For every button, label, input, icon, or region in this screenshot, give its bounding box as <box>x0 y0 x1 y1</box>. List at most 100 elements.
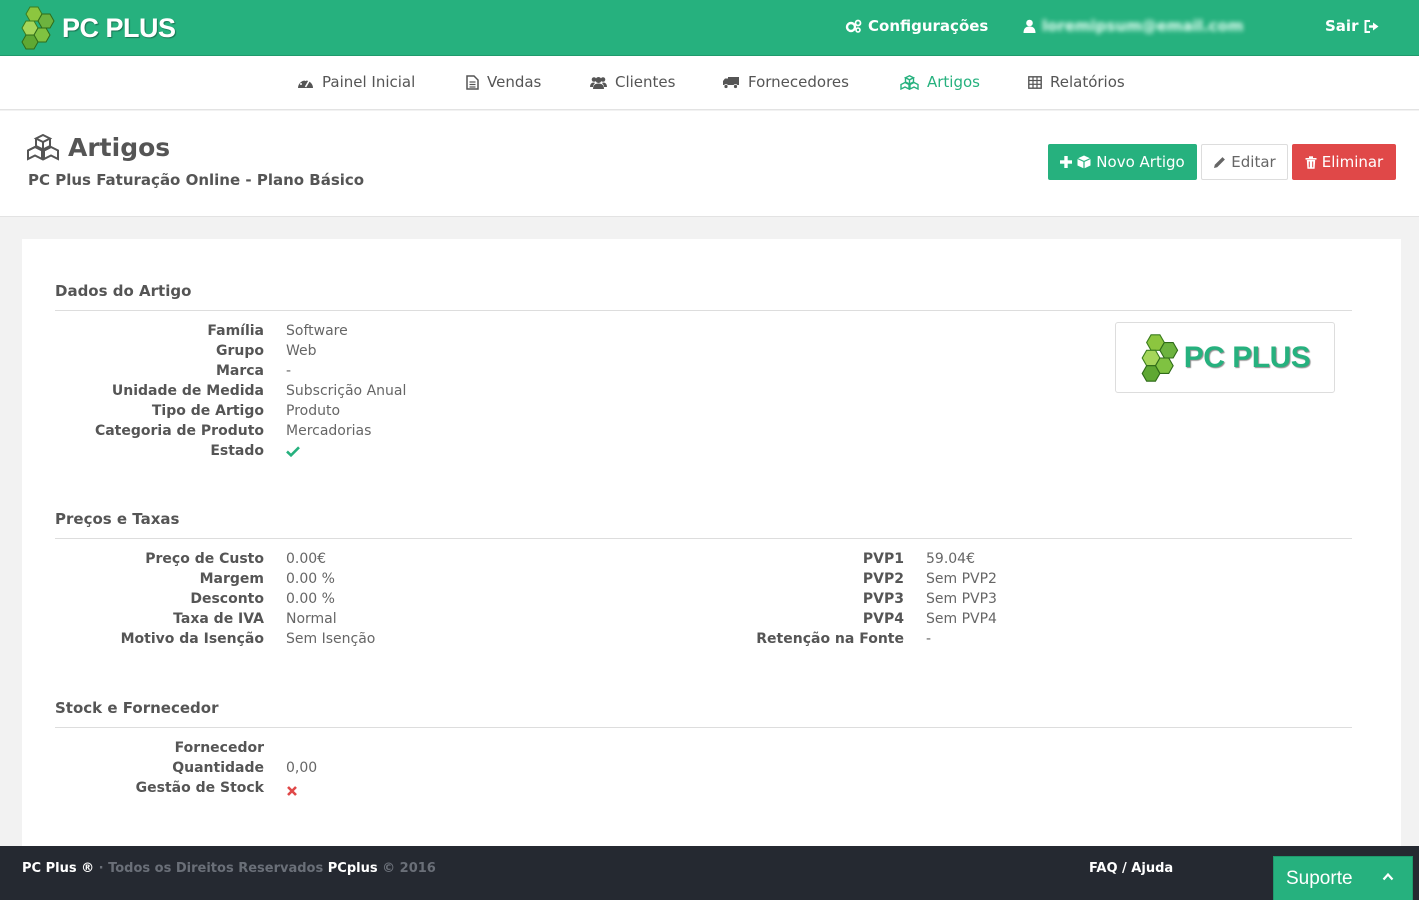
stock-management-value <box>287 784 297 800</box>
main-nav: Painel Inicial Vendas Clientes Fornecedo… <box>0 56 1419 110</box>
field-value: 0.00 % <box>286 571 335 587</box>
nav-label: Vendas <box>487 73 542 91</box>
nav-item-painel-inicial[interactable]: Painel Inicial <box>297 73 415 91</box>
section-divider <box>55 538 1352 539</box>
new-article-label: Novo Artigo <box>1096 153 1185 171</box>
logo-text: PC PLUS <box>62 12 176 43</box>
field-value: Sem PVP3 <box>926 591 997 607</box>
field-value: Mercadorias <box>286 423 372 439</box>
support-chat-button[interactable]: Suporte <box>1273 856 1413 900</box>
field-value: Normal <box>286 611 337 627</box>
table-icon <box>1028 75 1042 89</box>
chevron-up-icon <box>1382 872 1394 881</box>
field-value: Sem PVP2 <box>926 571 997 587</box>
users-icon <box>590 76 607 89</box>
logout-link[interactable]: Sair <box>1325 17 1379 35</box>
field-value: Software <box>286 323 348 339</box>
field-label: Quantidade <box>172 760 264 776</box>
user-icon <box>1023 19 1036 33</box>
sign-out-icon <box>1364 19 1379 33</box>
article-image-logo-text: PC PLUS <box>1183 340 1311 374</box>
field-value: - <box>926 631 932 647</box>
field-value: Sem PVP4 <box>926 611 997 627</box>
page-subtitle: PC Plus Faturação Online - Plano Básico <box>28 171 365 189</box>
field-value: 59.04€ <box>926 551 975 567</box>
field-label: Grupo <box>215 343 264 359</box>
section-divider <box>55 727 1352 728</box>
trash-icon <box>1305 155 1317 169</box>
cross-icon <box>287 786 297 796</box>
section-title-precos: Preços e Taxas <box>55 510 180 528</box>
field-value: Produto <box>286 403 341 419</box>
field-label: Motivo da Isenção <box>120 631 264 647</box>
article-detail-card: Dados do Artigo Família Software Grupo W… <box>22 239 1401 846</box>
nav-item-clientes[interactable]: Clientes <box>590 73 675 91</box>
field-label: Estado <box>210 443 264 459</box>
cubes-icon <box>900 74 919 90</box>
nav-item-fornecedores[interactable]: Fornecedores <box>722 73 849 91</box>
field-value: - <box>286 363 292 379</box>
nav-item-relatorios[interactable]: Relatórios <box>1028 73 1125 91</box>
nav-label: Relatórios <box>1050 73 1125 91</box>
field-label: Desconto <box>190 591 264 607</box>
field-label: Família <box>207 323 264 339</box>
nav-label: Fornecedores <box>748 73 849 91</box>
document-icon <box>466 74 479 90</box>
field-value: 0,00 <box>286 760 318 776</box>
plus-icon <box>1060 156 1073 168</box>
support-label: Suporte <box>1286 867 1353 889</box>
field-value: Subscrição Anual <box>286 383 407 399</box>
settings-label: Configurações <box>868 17 989 35</box>
user-account-link[interactable]: loremipsum@email.com <box>1023 17 1244 35</box>
cubes-icon <box>27 134 59 161</box>
field-label: Marca <box>215 363 264 379</box>
status-value <box>286 445 300 461</box>
new-article-button[interactable]: Novo Artigo <box>1048 144 1197 180</box>
nav-item-artigos[interactable]: Artigos <box>900 73 980 91</box>
settings-link[interactable]: Configurações <box>845 17 988 35</box>
check-icon <box>286 446 300 458</box>
field-label: Retenção na Fonte <box>756 631 904 647</box>
logout-label: Sair <box>1325 17 1359 35</box>
truck-icon <box>723 76 739 89</box>
pencil-icon <box>1214 156 1226 168</box>
page-header: Artigos PC Plus Faturação Online - Plano… <box>0 111 1419 217</box>
footer-company: PCplus <box>327 861 378 876</box>
delete-label: Eliminar <box>1321 153 1384 171</box>
field-value: Web <box>286 343 317 359</box>
field-label: Unidade de Medida <box>111 383 264 399</box>
footer-copyright: PC Plus ® · Todos os Direitos Reservados… <box>22 861 436 876</box>
nav-label: Painel Inicial <box>322 73 416 91</box>
nav-label: Artigos <box>927 73 980 91</box>
field-label: Margem <box>199 571 264 587</box>
field-label: Categoria de Produto <box>94 423 264 439</box>
footer-year: © 2016 <box>382 861 436 876</box>
nav-item-vendas[interactable]: Vendas <box>466 73 541 91</box>
delete-button[interactable]: Eliminar <box>1292 144 1396 180</box>
edit-label: Editar <box>1231 153 1276 171</box>
field-value: 0.00€ <box>286 551 327 567</box>
field-label: Fornecedor <box>174 740 264 756</box>
section-title-dados: Dados do Artigo <box>55 282 192 300</box>
top-header: PC PLUS Configurações loremipsum@email.c… <box>0 0 1419 56</box>
hexagon-logo-icon <box>21 6 55 50</box>
field-label: PVP1 <box>862 551 904 567</box>
article-image: PC PLUS <box>1115 322 1335 393</box>
footer: PC Plus ® · Todos os Direitos Reservados… <box>0 846 1419 900</box>
field-label: Gestão de Stock <box>135 780 264 796</box>
logo[interactable]: PC PLUS <box>20 5 176 51</box>
page-title: Artigos <box>26 133 170 162</box>
cube-icon <box>1077 155 1092 169</box>
faq-link[interactable]: FAQ / Ajuda <box>1089 861 1173 876</box>
user-email: loremipsum@email.com <box>1042 17 1244 35</box>
nav-label: Clientes <box>615 73 676 91</box>
edit-button[interactable]: Editar <box>1201 144 1288 180</box>
page-title-text: Artigos <box>68 133 171 162</box>
field-value: 0.00 % <box>286 591 335 607</box>
hexagon-logo-icon <box>1141 333 1178 382</box>
field-label: PVP3 <box>862 591 904 607</box>
section-divider <box>55 310 1352 311</box>
footer-brand: PC Plus ® <box>22 861 95 876</box>
field-label: Preço de Custo <box>145 551 264 567</box>
field-label: PVP4 <box>862 611 904 627</box>
